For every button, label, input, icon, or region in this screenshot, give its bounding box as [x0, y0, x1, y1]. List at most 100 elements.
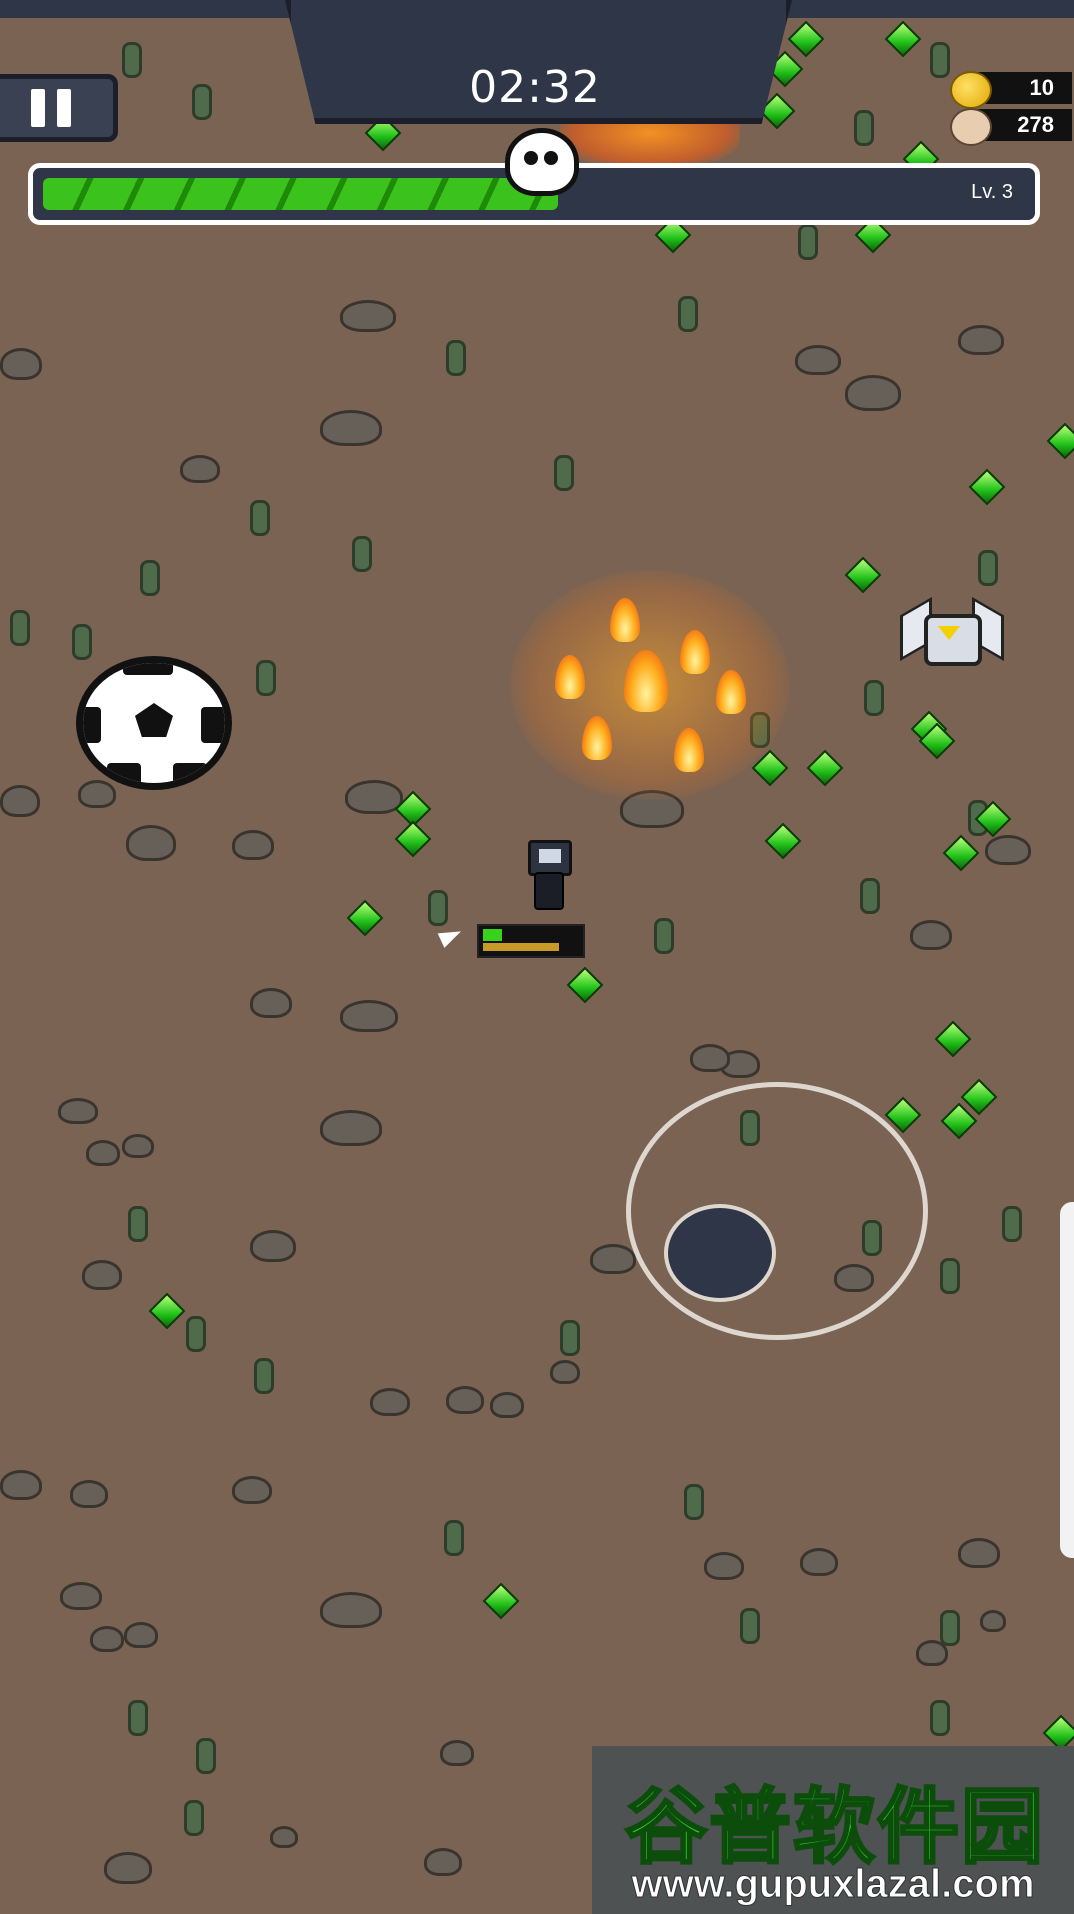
rock-decoration — [590, 1244, 636, 1274]
cactus-decoration — [446, 340, 466, 376]
cactus-decoration — [250, 500, 270, 536]
rock-decoration — [320, 1592, 382, 1628]
xp-gem-icon — [934, 1020, 972, 1058]
pause-icon — [31, 89, 45, 127]
level-label: Lv. 3 — [971, 181, 1013, 203]
rock-decoration — [104, 1852, 152, 1884]
rock-decoration — [424, 1848, 462, 1876]
energy-fill — [483, 943, 559, 951]
cactus-decoration — [930, 42, 950, 78]
edge-drawer-tab[interactable] — [1060, 1202, 1074, 1558]
rock-decoration — [446, 1386, 484, 1414]
rock-decoration — [232, 1476, 272, 1504]
rock-decoration — [58, 1098, 98, 1124]
xp-gem-icon — [942, 834, 980, 872]
xp-gem-icon — [566, 966, 604, 1004]
rock-decoration — [0, 785, 40, 817]
cactus-decoration — [654, 918, 674, 954]
xp-gem-icon — [884, 20, 922, 58]
cactus-decoration — [352, 536, 372, 572]
pause-icon — [57, 89, 71, 127]
rock-decoration — [90, 1626, 124, 1652]
xp-track — [43, 178, 873, 210]
rock-decoration — [320, 1110, 382, 1146]
rock-decoration — [958, 325, 1004, 355]
watermark-url: www.gupuxlazal.com — [631, 1862, 1035, 1907]
rock-decoration — [320, 410, 382, 446]
xp-gem-icon — [806, 749, 844, 787]
cactus-decoration — [864, 680, 884, 716]
rock-decoration — [340, 1000, 398, 1032]
rock-decoration — [70, 1480, 108, 1508]
cactus-decoration — [554, 455, 574, 491]
rock-decoration — [704, 1552, 744, 1580]
cactus-decoration — [978, 550, 998, 586]
cactus-decoration — [684, 1484, 704, 1520]
player-character — [524, 840, 572, 914]
cactus-decoration — [854, 110, 874, 146]
xp-gem-icon — [764, 822, 802, 860]
xp-gem-icon — [968, 468, 1006, 506]
cactus-decoration — [10, 610, 30, 646]
cactus-decoration — [72, 624, 92, 660]
cactus-decoration — [930, 1700, 950, 1736]
rock-decoration — [440, 1740, 474, 1766]
rock-decoration — [845, 375, 901, 411]
cactus-decoration — [128, 1206, 148, 1242]
cactus-decoration — [678, 296, 698, 332]
pause-button[interactable] — [0, 74, 118, 142]
rock-decoration — [270, 1826, 298, 1848]
cactus-decoration — [798, 224, 818, 260]
player-health-bar — [477, 924, 585, 958]
cactus-decoration — [940, 1258, 960, 1294]
rock-decoration — [795, 345, 841, 375]
cactus-decoration — [184, 1800, 204, 1836]
rock-decoration — [550, 1360, 580, 1384]
rock-decoration — [124, 1622, 158, 1648]
rock-decoration — [0, 1470, 42, 1500]
skull-kill-icon — [950, 108, 992, 146]
rock-decoration — [490, 1392, 524, 1418]
cactus-decoration — [940, 1610, 960, 1646]
cactus-decoration — [860, 878, 880, 914]
rock-decoration — [122, 1134, 154, 1158]
cactus-decoration — [186, 1316, 206, 1352]
game-timer: 02:32 — [469, 62, 601, 113]
cactus-decoration — [196, 1738, 216, 1774]
rock-decoration — [958, 1538, 1000, 1568]
cactus-decoration — [122, 42, 142, 78]
xp-gem-icon — [787, 20, 825, 58]
robot-enemy-icon — [900, 596, 1004, 670]
xp-gem-icon — [844, 556, 882, 594]
cactus-decoration — [740, 1608, 760, 1644]
xp-gem-icon — [148, 1292, 186, 1330]
rock-decoration — [232, 830, 274, 860]
rock-decoration — [60, 1582, 102, 1610]
cactus-decoration — [256, 660, 276, 696]
rock-decoration — [800, 1548, 838, 1576]
rock-decoration — [980, 1610, 1006, 1632]
rock-decoration — [340, 300, 396, 332]
joystick-ring[interactable] — [626, 1082, 928, 1340]
xp-gem-icon — [482, 1582, 520, 1620]
rock-decoration — [82, 1260, 122, 1290]
rock-decoration — [250, 988, 292, 1018]
rock-decoration — [86, 1140, 120, 1166]
rock-decoration — [78, 780, 116, 808]
rock-decoration — [180, 455, 220, 483]
xp-fill — [43, 178, 558, 210]
soccer-ball-icon — [76, 656, 232, 790]
cactus-decoration — [254, 1358, 274, 1394]
cactus-decoration — [560, 1320, 580, 1356]
cactus-decoration — [444, 1520, 464, 1556]
rock-decoration — [985, 835, 1031, 865]
cactus-decoration — [140, 560, 160, 596]
rock-decoration — [370, 1388, 410, 1416]
xp-gem-icon — [394, 820, 432, 858]
xp-gem-icon — [1046, 422, 1074, 460]
joystick-knob[interactable] — [664, 1204, 776, 1302]
cactus-decoration — [428, 890, 448, 926]
health-fill — [483, 929, 503, 941]
cactus-decoration — [1002, 1206, 1022, 1242]
rock-decoration — [126, 825, 176, 861]
